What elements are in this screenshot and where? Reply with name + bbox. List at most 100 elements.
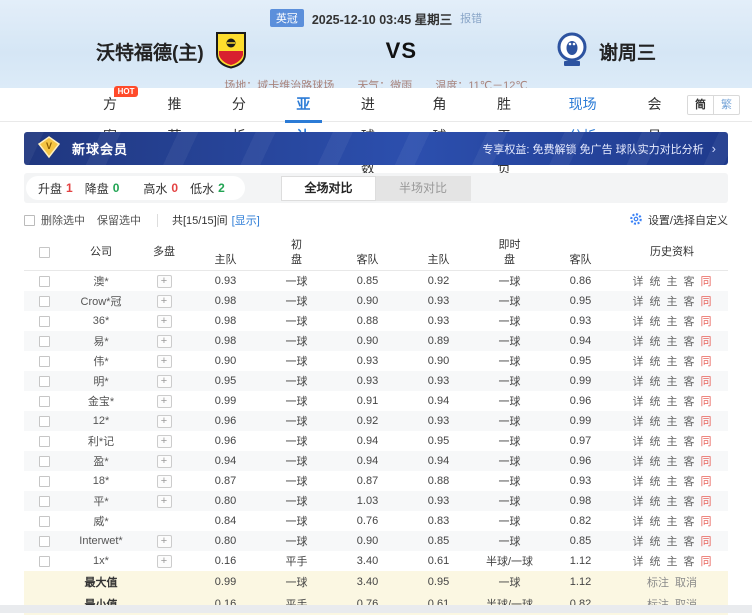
- history-link[interactable]: 客: [684, 296, 695, 308]
- tab-recommend[interactable]: 推荐: [142, 88, 206, 122]
- tab-plans[interactable]: 方案 HOT: [78, 88, 142, 122]
- company-name[interactable]: 12*: [64, 415, 138, 427]
- history-link[interactable]: 详: [633, 336, 644, 348]
- tab-live-analysis[interactable]: 现场分析: [544, 88, 623, 122]
- history-link[interactable]: 主: [667, 416, 678, 428]
- history-link[interactable]: 客: [684, 396, 695, 408]
- history-link[interactable]: 客: [684, 436, 695, 448]
- history-link[interactable]: 主: [667, 336, 678, 348]
- expand-multi-button[interactable]: +: [157, 335, 172, 348]
- history-link[interactable]: 同: [701, 516, 712, 528]
- expand-multi-button[interactable]: +: [157, 495, 172, 508]
- history-link[interactable]: 客: [684, 456, 695, 468]
- row-checkbox[interactable]: [39, 376, 50, 387]
- company-name[interactable]: 1x*: [64, 555, 138, 567]
- row-checkbox[interactable]: [39, 316, 50, 327]
- history-link[interactable]: 统: [650, 516, 661, 528]
- history-link[interactable]: 同: [701, 536, 712, 548]
- tab-1x2[interactable]: 胜平负: [472, 88, 544, 122]
- show-link[interactable]: [显示]: [232, 212, 260, 228]
- history-link[interactable]: 统: [650, 376, 661, 388]
- expand-multi-button[interactable]: +: [157, 415, 172, 428]
- tab-asian-handicap[interactable]: 亚让: [271, 88, 335, 122]
- row-checkbox[interactable]: [39, 536, 50, 547]
- history-link[interactable]: 同: [701, 496, 712, 508]
- history-link[interactable]: 客: [684, 416, 695, 428]
- history-link[interactable]: 统: [650, 456, 661, 468]
- history-link[interactable]: 主: [667, 276, 678, 288]
- history-link[interactable]: 统: [650, 356, 661, 368]
- history-link[interactable]: 同: [701, 436, 712, 448]
- history-link[interactable]: 同: [701, 396, 712, 408]
- history-link[interactable]: 客: [684, 496, 695, 508]
- history-link[interactable]: 详: [633, 356, 644, 368]
- history-link[interactable]: 统: [650, 396, 661, 408]
- history-link[interactable]: 主: [667, 496, 678, 508]
- history-link[interactable]: 详: [633, 296, 644, 308]
- history-link[interactable]: 统: [650, 476, 661, 488]
- company-name[interactable]: 澳*: [64, 273, 138, 289]
- history-link[interactable]: 详: [633, 476, 644, 488]
- expand-multi-button[interactable]: +: [157, 455, 172, 468]
- history-link[interactable]: 客: [684, 276, 695, 288]
- delete-selected-link[interactable]: 删除选中: [41, 212, 85, 228]
- expand-multi-button[interactable]: +: [157, 555, 172, 568]
- history-link[interactable]: 详: [633, 536, 644, 548]
- report-error-link[interactable]: 报错: [460, 10, 482, 26]
- history-link[interactable]: 详: [633, 276, 644, 288]
- summary-action-link[interactable]: 标注: [647, 577, 669, 589]
- history-link[interactable]: 详: [633, 496, 644, 508]
- row-checkbox[interactable]: [39, 396, 50, 407]
- row-checkbox[interactable]: [39, 356, 50, 367]
- settings-button[interactable]: 设置/选择自定义: [629, 212, 728, 229]
- company-name[interactable]: 盈*: [64, 453, 138, 469]
- history-link[interactable]: 客: [684, 336, 695, 348]
- expand-multi-button[interactable]: +: [157, 395, 172, 408]
- row-checkbox[interactable]: [39, 496, 50, 507]
- history-link[interactable]: 统: [650, 316, 661, 328]
- history-link[interactable]: 主: [667, 296, 678, 308]
- tab-corners[interactable]: 角球: [408, 88, 472, 122]
- history-link[interactable]: 同: [701, 376, 712, 388]
- row-checkbox[interactable]: [39, 276, 50, 287]
- expand-multi-button[interactable]: +: [157, 435, 172, 448]
- history-link[interactable]: 客: [684, 536, 695, 548]
- row-checkbox[interactable]: [39, 336, 50, 347]
- company-name[interactable]: 18*: [64, 475, 138, 487]
- expand-multi-button[interactable]: +: [157, 295, 172, 308]
- row-checkbox[interactable]: [39, 556, 50, 567]
- history-link[interactable]: 客: [684, 476, 695, 488]
- history-link[interactable]: 统: [650, 536, 661, 548]
- row-checkbox[interactable]: [39, 416, 50, 427]
- company-name[interactable]: 平*: [64, 493, 138, 509]
- history-link[interactable]: 主: [667, 436, 678, 448]
- history-link[interactable]: 客: [684, 316, 695, 328]
- history-link[interactable]: 详: [633, 396, 644, 408]
- history-link[interactable]: 详: [633, 316, 644, 328]
- header-checkbox[interactable]: [39, 247, 50, 258]
- company-name[interactable]: Crow*冠: [64, 293, 138, 309]
- history-link[interactable]: 主: [667, 376, 678, 388]
- history-link[interactable]: 主: [667, 396, 678, 408]
- expand-multi-button[interactable]: +: [157, 355, 172, 368]
- history-link[interactable]: 同: [701, 456, 712, 468]
- history-link[interactable]: 详: [633, 436, 644, 448]
- history-link[interactable]: 客: [684, 516, 695, 528]
- lang-traditional-button[interactable]: 繁: [714, 96, 739, 114]
- expand-multi-button[interactable]: +: [157, 375, 172, 388]
- select-all-checkbox[interactable]: [24, 215, 35, 226]
- history-link[interactable]: 同: [701, 276, 712, 288]
- history-link[interactable]: 同: [701, 316, 712, 328]
- history-link[interactable]: 统: [650, 296, 661, 308]
- history-link[interactable]: 统: [650, 336, 661, 348]
- history-link[interactable]: 统: [650, 556, 661, 568]
- expand-multi-button[interactable]: +: [157, 535, 172, 548]
- company-name[interactable]: 明*: [64, 373, 138, 389]
- history-link[interactable]: 主: [667, 316, 678, 328]
- history-link[interactable]: 主: [667, 456, 678, 468]
- vip-banner[interactable]: V 新球会员 专享权益: 免费解锁 免广告 球队实力对比分析 ›: [24, 132, 728, 165]
- company-name[interactable]: 利*记: [64, 433, 138, 449]
- history-link[interactable]: 统: [650, 436, 661, 448]
- history-link[interactable]: 统: [650, 496, 661, 508]
- row-checkbox[interactable]: [39, 296, 50, 307]
